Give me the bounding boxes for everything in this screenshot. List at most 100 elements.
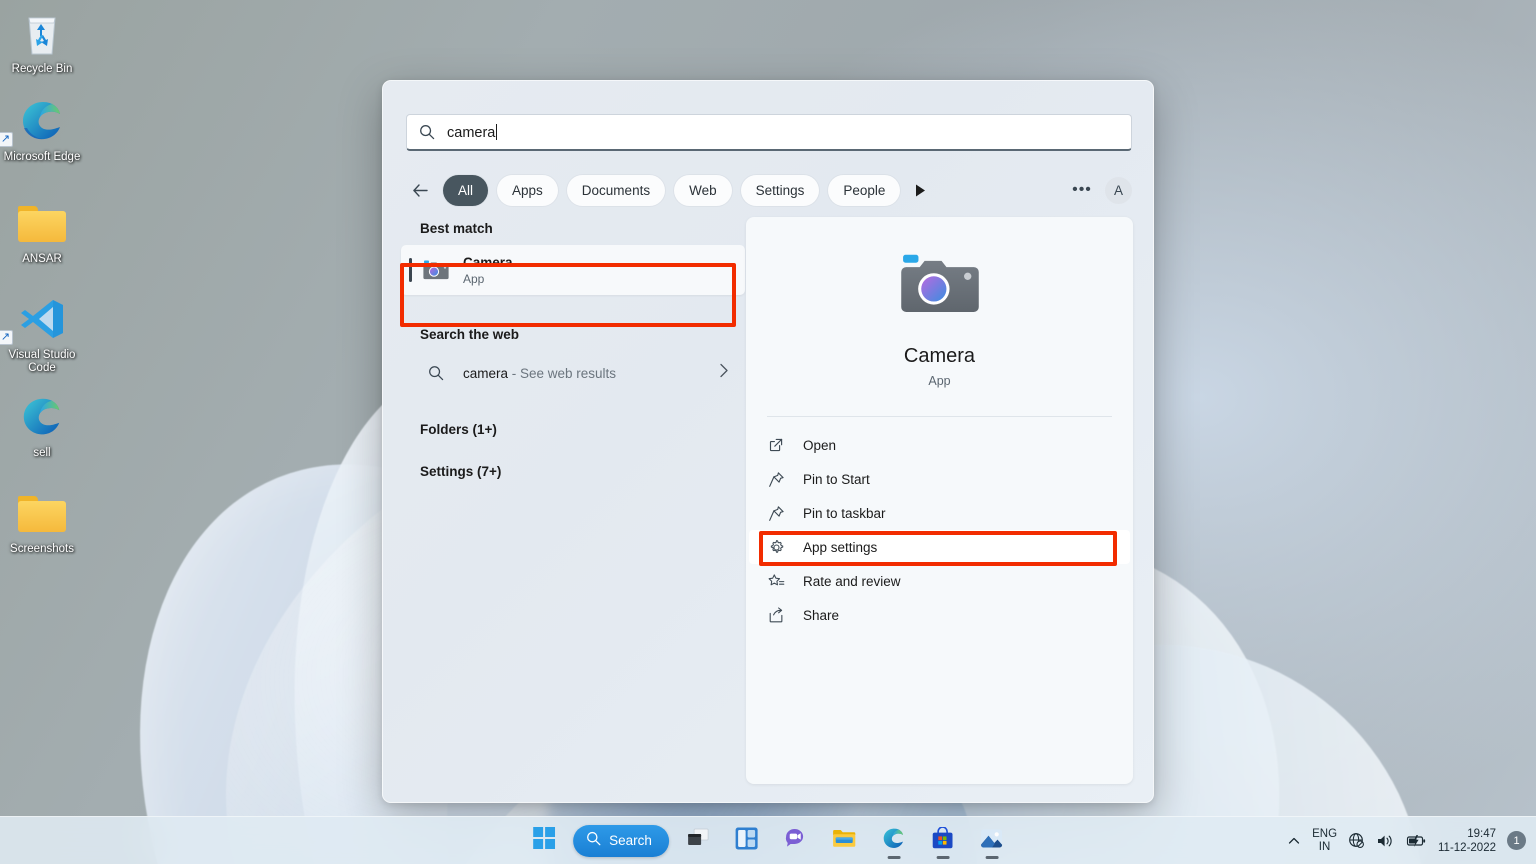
desktop-icon-label: Screenshots bbox=[0, 543, 84, 556]
search-input[interactable]: camera bbox=[406, 114, 1132, 151]
desktop-icon-label: Visual Studio Code bbox=[0, 349, 84, 375]
action-label: Pin to taskbar bbox=[803, 506, 886, 521]
taskbar-file-explorer[interactable] bbox=[825, 821, 865, 861]
search-icon bbox=[586, 831, 601, 851]
notification-badge[interactable]: 1 bbox=[1507, 831, 1526, 850]
desktop-icon-label: ANSAR bbox=[0, 253, 84, 266]
chat-icon bbox=[784, 827, 808, 854]
clock-time: 19:47 bbox=[1438, 827, 1496, 841]
action-pin-to-taskbar[interactable]: Pin to taskbar bbox=[749, 496, 1130, 530]
search-filter-tabs: All Apps Documents Web Settings People •… bbox=[406, 169, 1132, 211]
overflow-menu-button[interactable]: ••• bbox=[1068, 176, 1096, 204]
filter-tab-all[interactable]: All bbox=[443, 175, 488, 206]
shortcut-arrow-icon: ↗ bbox=[0, 132, 13, 147]
language-indicator[interactable]: ENG IN bbox=[1312, 828, 1337, 854]
filter-tab-web[interactable]: Web bbox=[674, 175, 732, 206]
selection-indicator bbox=[409, 258, 412, 282]
action-share[interactable]: Share bbox=[749, 598, 1130, 632]
action-open[interactable]: Open bbox=[749, 428, 1130, 462]
search-the-web-heading: Search the web bbox=[401, 327, 745, 342]
photos-icon bbox=[980, 827, 1003, 855]
taskbar-start-button[interactable] bbox=[524, 821, 564, 861]
filter-tab-people[interactable]: People bbox=[828, 175, 900, 206]
language-primary: ENG bbox=[1312, 828, 1337, 841]
group-folders[interactable]: Folders (1+) bbox=[401, 422, 745, 437]
clock[interactable]: 19:47 11-12-2022 bbox=[1438, 827, 1496, 855]
desktop-icon-label: Recycle Bin bbox=[0, 63, 84, 76]
best-match-row[interactable]: Camera App bbox=[401, 245, 745, 295]
camera-app-icon bbox=[421, 259, 451, 281]
folder-icon bbox=[0, 198, 84, 248]
best-match-subtitle: App bbox=[463, 271, 513, 287]
web-result-query: camera bbox=[463, 366, 508, 381]
clock-date: 11-12-2022 bbox=[1438, 841, 1496, 855]
gear-icon bbox=[764, 539, 788, 556]
desktop-icon-label: sell bbox=[0, 447, 84, 460]
preview-app-name: Camera bbox=[746, 345, 1133, 368]
speaker-icon[interactable] bbox=[1376, 833, 1394, 849]
taskbar-edge[interactable] bbox=[874, 821, 914, 861]
edge-icon bbox=[881, 826, 906, 856]
action-rate-and-review[interactable]: Rate and review bbox=[749, 564, 1130, 598]
share-icon bbox=[764, 607, 788, 624]
desktop-icon-screenshots[interactable]: Screenshots bbox=[0, 488, 84, 556]
group-settings[interactable]: Settings (7+) bbox=[401, 464, 745, 479]
edge-icon: ↗ bbox=[0, 96, 84, 146]
taskbar: Search bbox=[0, 816, 1536, 864]
widgets-icon bbox=[735, 827, 758, 855]
action-label: Rate and review bbox=[803, 574, 901, 589]
desktop-icon-sell[interactable]: sell bbox=[0, 392, 84, 460]
taskbar-chat[interactable] bbox=[776, 821, 816, 861]
divider bbox=[767, 416, 1112, 417]
file-explorer-icon bbox=[832, 828, 857, 854]
action-label: Open bbox=[803, 438, 836, 453]
desktop-icon-recycle-bin[interactable]: Recycle Bin bbox=[0, 8, 84, 76]
windows-start-icon bbox=[533, 827, 555, 854]
network-no-internet-icon[interactable] bbox=[1348, 832, 1365, 849]
battery-charging-icon[interactable] bbox=[1405, 834, 1427, 848]
filter-tab-apps[interactable]: Apps bbox=[497, 175, 558, 206]
preview-app-kind: App bbox=[746, 374, 1133, 388]
best-match-title: Camera bbox=[463, 254, 513, 271]
app-action-list: Open Pin to Start bbox=[746, 428, 1133, 632]
taskbar-photos[interactable] bbox=[972, 821, 1012, 861]
search-input-value: camera bbox=[447, 124, 497, 141]
running-indicator bbox=[936, 856, 949, 859]
store-icon bbox=[931, 827, 954, 855]
recycle-bin-icon bbox=[0, 8, 84, 58]
filter-tab-documents[interactable]: Documents bbox=[567, 175, 665, 206]
desktop-icon-visual-studio-code[interactable]: ↗ Visual Studio Code bbox=[0, 294, 84, 375]
pin-icon bbox=[764, 505, 788, 522]
desktop: Recycle Bin ↗ Microsoft Edge bbox=[0, 0, 1536, 864]
action-pin-to-start[interactable]: Pin to Start bbox=[749, 462, 1130, 496]
shortcut-arrow-icon: ↗ bbox=[0, 330, 13, 345]
play-triangle-icon[interactable] bbox=[909, 176, 931, 204]
back-arrow-icon[interactable] bbox=[406, 176, 434, 204]
taskbar-task-view[interactable] bbox=[678, 821, 718, 861]
chevron-right-icon bbox=[719, 363, 729, 383]
desktop-icon-ansar[interactable]: ANSAR bbox=[0, 198, 84, 266]
system-tray: ENG IN bbox=[1287, 817, 1526, 864]
best-match-heading: Best match bbox=[401, 221, 745, 236]
account-avatar[interactable]: A bbox=[1105, 177, 1132, 204]
taskbar-search-label: Search bbox=[609, 833, 652, 848]
taskbar-center-group: Search bbox=[524, 817, 1012, 864]
star-review-icon bbox=[764, 573, 788, 590]
taskbar-search-button[interactable]: Search bbox=[573, 825, 669, 857]
vscode-icon: ↗ bbox=[0, 294, 84, 344]
action-app-settings[interactable]: App settings bbox=[749, 530, 1130, 564]
filter-tab-settings[interactable]: Settings bbox=[741, 175, 820, 206]
edge-icon bbox=[0, 392, 84, 442]
chevron-up-icon[interactable] bbox=[1287, 834, 1301, 848]
action-label: Pin to Start bbox=[803, 472, 870, 487]
desktop-icon-microsoft-edge[interactable]: ↗ Microsoft Edge bbox=[0, 96, 84, 164]
open-external-icon bbox=[764, 437, 788, 453]
taskbar-microsoft-store[interactable] bbox=[923, 821, 963, 861]
web-result-row[interactable]: camera - See web results bbox=[401, 351, 745, 395]
pin-icon bbox=[764, 471, 788, 488]
task-view-icon bbox=[686, 827, 710, 854]
action-label: App settings bbox=[803, 540, 877, 555]
language-secondary: IN bbox=[1312, 841, 1337, 854]
taskbar-widgets[interactable] bbox=[727, 821, 767, 861]
folder-icon bbox=[0, 488, 84, 538]
